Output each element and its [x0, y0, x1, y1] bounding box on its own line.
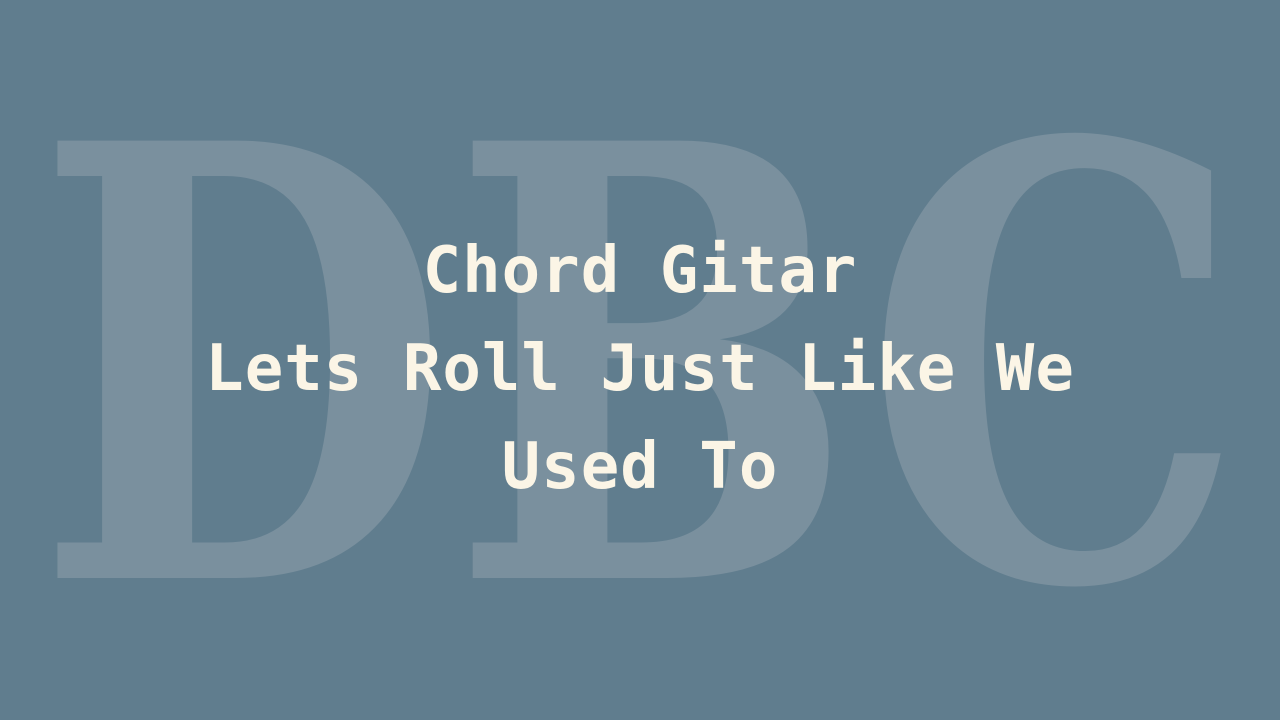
title-line-1: Chord Gitar — [422, 234, 858, 308]
title-text: Chord Gitar Lets Roll Just Like We Used … — [0, 222, 1280, 516]
title-line-3: Used To — [501, 430, 779, 504]
title-line-2: Lets Roll Just Like We — [205, 332, 1075, 406]
